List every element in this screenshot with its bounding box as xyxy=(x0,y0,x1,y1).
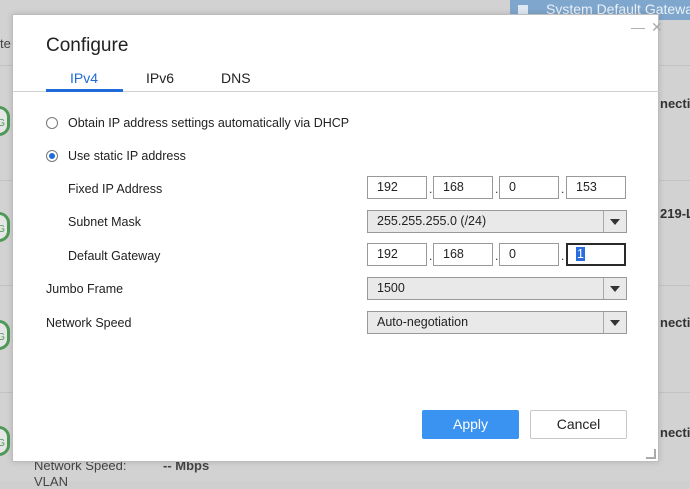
chevron-down-icon[interactable] xyxy=(603,278,626,299)
octet-separator: . xyxy=(561,182,565,196)
gateway-octet-3[interactable]: 0 xyxy=(499,243,559,266)
window-controls: — ✕ xyxy=(625,19,663,36)
configure-dialog: Configure — ✕ IPv4 IPv6 DNS Obtain IP add… xyxy=(12,14,663,462)
tab-ipv4[interactable]: IPv4 xyxy=(70,70,98,86)
default-gateway-label: Default Gateway xyxy=(68,249,161,263)
dhcp-radio[interactable] xyxy=(46,117,58,129)
tab-bar: IPv4 IPv6 DNS xyxy=(13,70,660,92)
adapter-status-badge: G xyxy=(0,426,10,456)
selected-text: 1 xyxy=(576,247,585,261)
fixed-ip-octet-4[interactable]: 153 xyxy=(566,176,626,199)
gateway-octet-1[interactable]: 192 xyxy=(367,243,427,266)
chevron-down-icon[interactable] xyxy=(603,211,626,232)
active-tab-indicator xyxy=(46,89,123,92)
close-icon[interactable]: ✕ xyxy=(651,19,663,35)
fixed-ip-label: Fixed IP Address xyxy=(68,182,163,196)
octet-separator: . xyxy=(495,249,499,263)
subnet-mask-select[interactable]: 255.255.255.0 (/24) xyxy=(367,210,627,233)
octet-separator: . xyxy=(561,249,565,263)
octet-separator: . xyxy=(429,182,433,196)
static-ip-option-label: Use static IP address xyxy=(68,149,186,163)
chevron-down-icon[interactable] xyxy=(603,312,626,333)
tab-ipv6[interactable]: IPv6 xyxy=(146,70,174,86)
network-speed-select[interactable]: Auto-negotiation xyxy=(367,311,627,334)
adapter-name-fragment: 219-L xyxy=(660,206,690,221)
subnet-mask-value: 255.255.255.0 (/24) xyxy=(377,214,487,228)
adapter-status-fragment: nectio xyxy=(660,425,690,440)
vlan-label: VLAN xyxy=(34,474,68,489)
jumbo-frame-value: 1500 xyxy=(377,281,405,295)
network-speed-field-value: Auto-negotiation xyxy=(377,315,469,329)
fixed-ip-octet-2[interactable]: 168 xyxy=(433,176,493,199)
adapter-status-badge: G xyxy=(0,106,10,136)
dialog-title: Configure xyxy=(46,35,129,56)
adapter-status-badge: G xyxy=(0,212,10,242)
gateway-octet-4[interactable]: 1 xyxy=(566,243,626,266)
static-ip-radio[interactable] xyxy=(46,150,58,162)
apply-button[interactable]: Apply xyxy=(422,410,519,439)
fixed-ip-octet-3[interactable]: 0 xyxy=(499,176,559,199)
minimize-icon[interactable]: — xyxy=(631,19,645,35)
background-left-fragment: te xyxy=(0,36,11,51)
adapter-status-fragment: nectio xyxy=(660,96,690,111)
jumbo-frame-label: Jumbo Frame xyxy=(46,282,124,296)
gateway-octet-2[interactable]: 168 xyxy=(433,243,493,266)
adapter-status-fragment: nectio xyxy=(660,315,690,330)
dhcp-option-label: Obtain IP address settings automatically… xyxy=(68,116,350,130)
cancel-button[interactable]: Cancel xyxy=(530,410,627,439)
octet-separator: . xyxy=(429,249,433,263)
octet-separator: . xyxy=(495,182,499,196)
jumbo-frame-select[interactable]: 1500 xyxy=(367,277,627,300)
tab-dns[interactable]: DNS xyxy=(221,70,251,86)
network-speed-field-label: Network Speed xyxy=(46,316,132,330)
subnet-mask-label: Subnet Mask xyxy=(68,215,141,229)
fixed-ip-octet-1[interactable]: 192 xyxy=(367,176,427,199)
resize-handle-icon[interactable] xyxy=(646,449,656,459)
adapter-status-badge: G xyxy=(0,320,10,350)
